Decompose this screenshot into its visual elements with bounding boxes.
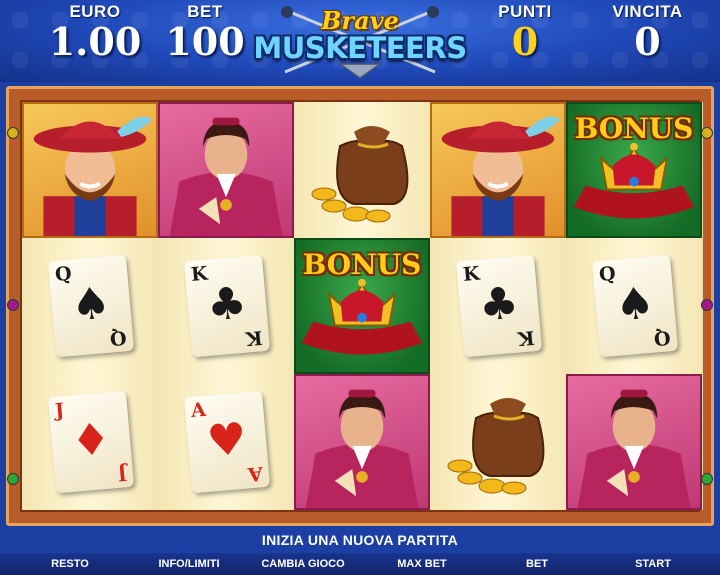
cardinal-symbol xyxy=(158,102,294,238)
bet-value: 100 xyxy=(165,19,245,64)
card-rank: K xyxy=(245,326,264,350)
musketeer-symbol xyxy=(22,102,158,238)
max-bet-button[interactable]: MAX BET xyxy=(387,553,457,575)
payline-gem-icon xyxy=(701,473,713,485)
reel-3: BONUS xyxy=(294,102,431,510)
bet-display: BET 100 xyxy=(160,2,250,62)
payline-gem-icon xyxy=(7,473,19,485)
punti-value: 0 xyxy=(511,19,539,64)
resto-button[interactable]: RESTO xyxy=(40,553,100,575)
reel-2: K ♣ K A ♥ A xyxy=(158,102,295,510)
playing-card: Q ♠ Q xyxy=(47,254,135,358)
bottom-toolbar: RESTO INFO/LIMITI CAMBIA GIOCO MAX BET B… xyxy=(0,553,720,575)
gold-bag-symbol xyxy=(430,374,566,510)
cardinal-symbol xyxy=(566,374,702,510)
playing-card-symbol: Q ♠ Q xyxy=(566,238,702,374)
info-limiti-button[interactable]: INFO/LIMITI xyxy=(148,553,230,575)
status-message: INIZIA UNA NUOVA PARTITA xyxy=(261,532,459,548)
card-rank: K xyxy=(517,326,536,350)
playing-card-symbol: A ♥ A xyxy=(158,374,294,510)
card-suit-icon: ♣ xyxy=(476,277,521,332)
playing-card-symbol: K ♣ K xyxy=(158,238,294,374)
vincita-value: 0 xyxy=(634,19,661,64)
playing-card-symbol: J ♦ J xyxy=(22,374,158,510)
euro-display: EURO 1.00 xyxy=(40,2,150,62)
card-rank: A xyxy=(247,462,264,486)
payline-gem-icon xyxy=(701,127,713,139)
cardinal-symbol xyxy=(294,374,430,510)
punti-display: PUNTI 0 xyxy=(490,2,560,62)
euro-value: 1.00 xyxy=(48,19,142,64)
payline-gem-icon xyxy=(701,299,713,311)
playing-card-symbol: Q ♠ Q xyxy=(22,238,158,374)
musketeer-symbol xyxy=(430,102,566,238)
reel-1: Q ♠ Q J ♦ J xyxy=(22,102,159,510)
cambia-gioco-button[interactable]: CAMBIA GIOCO xyxy=(253,553,353,575)
card-suit-icon: ♥ xyxy=(204,413,249,468)
playing-card: Q ♠ Q xyxy=(591,254,679,358)
card-suit-icon: ♦ xyxy=(68,413,113,468)
payline-gem-icon xyxy=(7,127,19,139)
playing-card: K ♣ K xyxy=(455,254,543,358)
bonus-label: BONUS xyxy=(302,248,422,281)
card-suit-icon: ♠ xyxy=(612,277,657,332)
card-rank: Q xyxy=(109,326,128,350)
header-bar: EURO 1.00 BET 100 Brave MUSKETEERS PUNTI… xyxy=(0,0,720,82)
game-logo: Brave MUSKETEERS xyxy=(245,2,475,80)
reel-5: BONUS Q ♠ Q xyxy=(566,102,703,510)
gold-bag-symbol xyxy=(294,102,430,238)
playing-card: A ♥ A xyxy=(183,390,271,494)
card-rank: Q xyxy=(653,326,672,350)
logo-musketeers-text: MUSKETEERS xyxy=(253,31,467,65)
card-suit-icon: ♣ xyxy=(204,277,249,332)
card-suit-icon: ♠ xyxy=(68,277,113,332)
bonus-label: BONUS xyxy=(574,112,694,145)
start-button[interactable]: START xyxy=(625,553,681,575)
playing-card: J ♦ J xyxy=(47,390,135,494)
bonus-crown-symbol: BONUS xyxy=(566,102,702,238)
reel-area: Q ♠ Q J ♦ J K ♣ K A ♥ A BONUS K ♣ K BONUS Q ♠ Q xyxy=(20,100,703,512)
reel-frame: Q ♠ Q J ♦ J K ♣ K A ♥ A BONUS K ♣ K BONUS Q ♠ Q xyxy=(6,86,714,526)
vincita-display: VINCITA 0 xyxy=(600,2,695,62)
playing-card: K ♣ K xyxy=(183,254,271,358)
playing-card-symbol: K ♣ K xyxy=(430,238,566,374)
bet-button[interactable]: BET xyxy=(517,553,557,575)
card-rank: J xyxy=(116,462,128,485)
payline-gem-icon xyxy=(7,299,19,311)
bonus-crown-symbol: BONUS xyxy=(294,238,430,374)
reel-4: K ♣ K xyxy=(430,102,567,510)
